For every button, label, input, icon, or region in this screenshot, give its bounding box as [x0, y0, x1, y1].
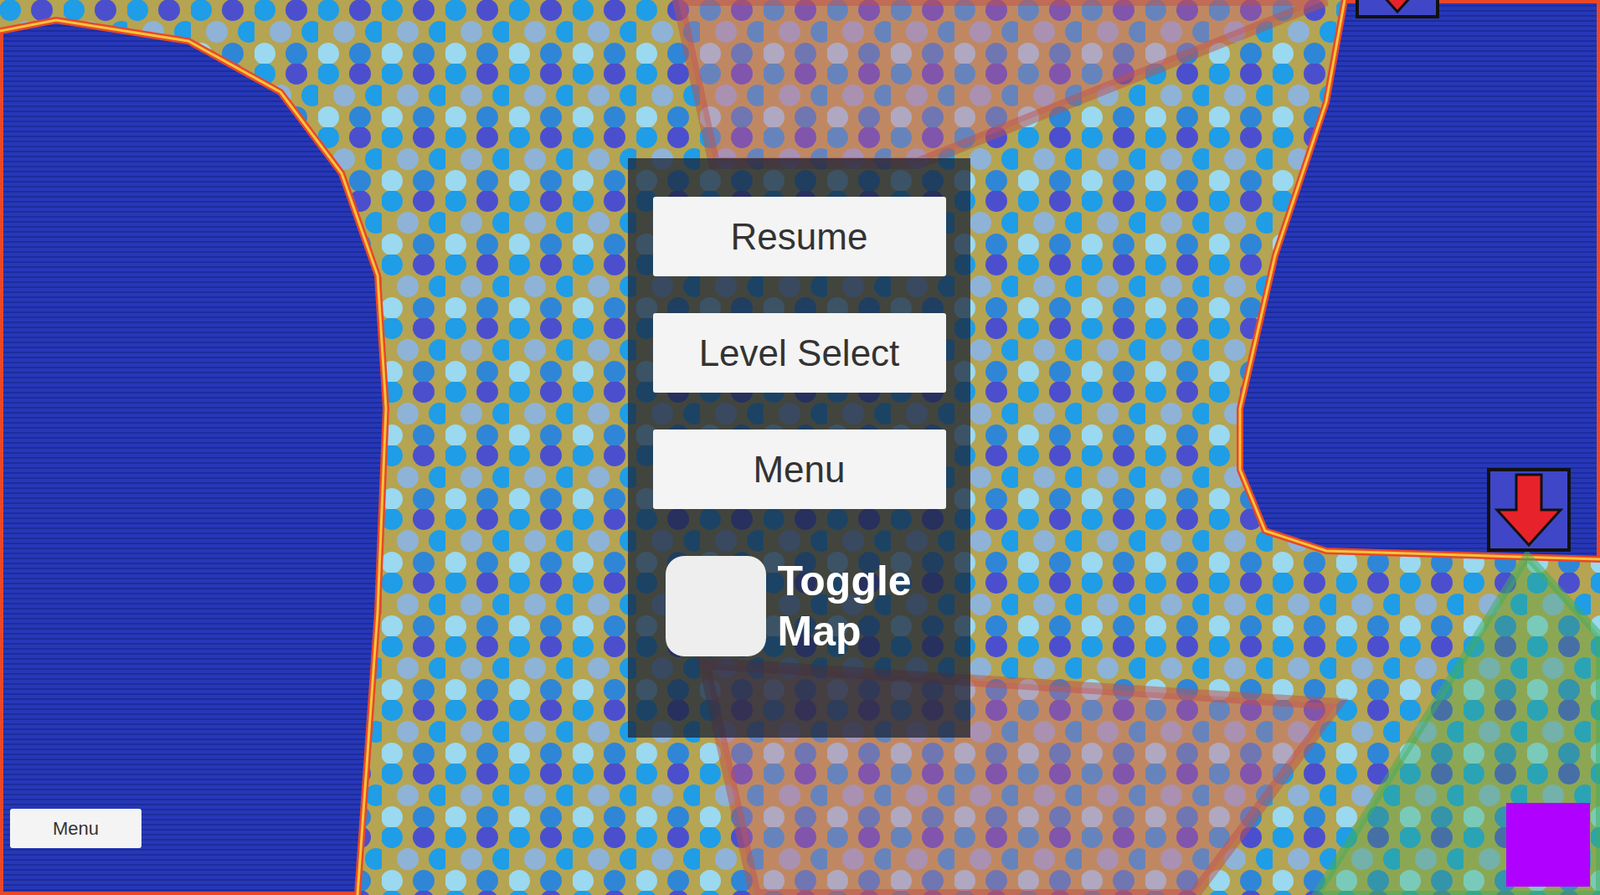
- menu-button[interactable]: Resume: [653, 196, 947, 277]
- player-block: [1506, 802, 1590, 887]
- menu-button[interactable]: Level Select: [653, 313, 947, 393]
- down-arrow-icon: [1355, 0, 1440, 19]
- toggle-label: Toggle Map: [777, 555, 937, 657]
- toggle-map-row[interactable]: Toggle Map: [653, 555, 947, 657]
- menu-button[interactable]: Menu: [653, 429, 947, 510]
- toggle-checkbox[interactable]: [665, 555, 767, 657]
- corner-menu-button[interactable]: Menu: [10, 808, 142, 849]
- down-arrow-icon: [1486, 468, 1571, 552]
- game-view: Menu Resume Level Select Menu Toggle Map: [0, 0, 1600, 895]
- pause-panel: Resume Level Select Menu Toggle Map: [627, 158, 971, 738]
